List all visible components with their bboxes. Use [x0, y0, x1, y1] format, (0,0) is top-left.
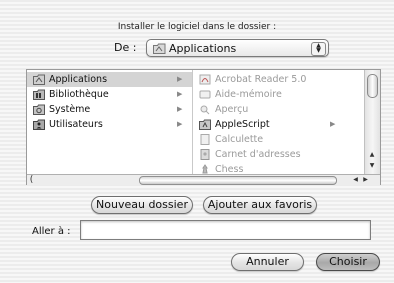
browser-item-aide-memoire[interactable]: Aide-mémoire: [193, 87, 366, 102]
browser-item-label: Calculette: [215, 134, 264, 145]
chevron-right-icon: ▶: [177, 75, 183, 83]
browser-item-chess[interactable]: Chess: [193, 162, 366, 174]
browser-item-label: Acrobat Reader 5.0: [215, 74, 307, 85]
goto-label: Aller à :: [32, 226, 71, 237]
chevron-right-icon: ▶: [177, 120, 183, 128]
chess-app-icon: [202, 164, 208, 174]
browser-item-label: Bibliothèque: [49, 89, 109, 100]
browser-item-label: Carnet d'adresses: [215, 149, 301, 160]
browser-item-applications[interactable]: Applications ▶: [27, 72, 192, 87]
browser-item-label: AppleScript: [215, 119, 270, 130]
browser-item-label: Applications: [49, 74, 108, 85]
browser-item-carnet[interactable]: Carnet d'adresses: [193, 147, 366, 162]
browser-item-apercu[interactable]: Aperçu: [193, 102, 366, 117]
scroll-left-arrow-icon[interactable]: ◀: [351, 175, 360, 185]
browser-item-label: Chess: [215, 164, 244, 174]
browser-item-label: Aide-mémoire: [215, 89, 282, 100]
chevron-right-icon: ▶: [177, 90, 183, 98]
scroll-down-arrow-icon[interactable]: ▼: [366, 161, 378, 171]
dialog-title: Installer le logiciel dans le dossier :: [117, 22, 277, 32]
vertical-scroll-thumb[interactable]: [367, 74, 378, 98]
browser-item-label: Système: [49, 104, 91, 115]
browser-item-applescript[interactable]: AppleScript ▶: [193, 117, 366, 132]
browser-item-calculette[interactable]: Calculette: [193, 132, 366, 147]
scroll-right-arrow-icon[interactable]: ▶: [361, 175, 370, 185]
file-browser[interactable]: Applications ▶ Bibliothèque ▶ Système ▶: [26, 69, 381, 185]
applications-folder-icon: [33, 74, 45, 85]
scroll-left-edge-icon: (: [29, 175, 34, 185]
horizontal-scroll-thumb[interactable]: [139, 176, 337, 185]
library-folder-icon: [33, 89, 45, 100]
updown-arrows-icon: ▲ ▼: [311, 42, 326, 56]
vertical-scrollbar[interactable]: ▲ ▼: [364, 70, 380, 174]
location-popup-value: Applications: [169, 42, 237, 55]
choose-button[interactable]: Choisir: [316, 253, 380, 271]
browser-item-systeme[interactable]: Système ▶: [27, 102, 192, 117]
folder-icon: [199, 119, 211, 130]
stickies-app-icon: [199, 90, 211, 99]
address-book-app-icon: [200, 149, 210, 160]
browser-item-acrobat[interactable]: Acrobat Reader 5.0: [193, 72, 366, 87]
browser-column-1: Applications ▶ Bibliothèque ▶ Système ▶: [27, 70, 193, 174]
cancel-button[interactable]: Annuler: [231, 253, 304, 271]
browser-item-bibliotheque[interactable]: Bibliothèque ▶: [27, 87, 192, 102]
users-folder-icon: [33, 119, 45, 130]
from-label: De :: [114, 41, 137, 54]
new-folder-button[interactable]: Nouveau dossier: [91, 196, 193, 214]
browser-item-label: Aperçu: [215, 104, 249, 115]
preview-app-icon: [200, 105, 210, 115]
system-folder-icon: [33, 104, 45, 115]
location-popup[interactable]: Applications ▲ ▼: [146, 39, 329, 57]
calculator-app-icon: [200, 134, 210, 145]
browser-column-2: Acrobat Reader 5.0 Aide-mémoire Aperçu A…: [193, 70, 366, 174]
goto-input[interactable]: [80, 220, 371, 240]
browser-item-label: Utilisateurs: [49, 119, 103, 130]
horizontal-scrollbar[interactable]: ( ◀ ▶: [27, 174, 380, 185]
chevron-right-icon: ▶: [177, 105, 183, 113]
scroll-up-arrow-icon[interactable]: ▲: [366, 150, 378, 160]
chevron-right-icon: ▶: [330, 120, 336, 128]
acrobat-app-icon: [199, 74, 211, 85]
applications-folder-icon: [153, 43, 166, 54]
add-to-favorites-button[interactable]: Ajouter aux favoris: [203, 196, 317, 214]
browser-item-utilisateurs[interactable]: Utilisateurs ▶: [27, 117, 192, 132]
